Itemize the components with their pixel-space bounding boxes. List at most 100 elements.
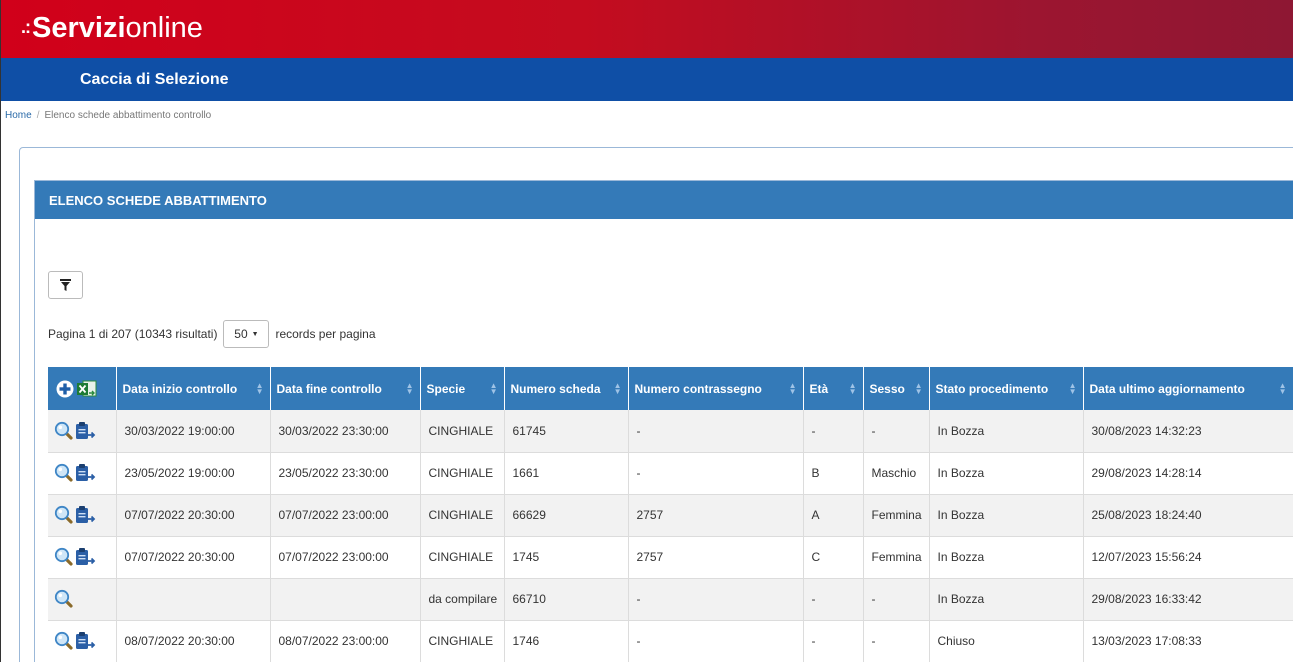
column-header-label: Data ultimo aggiornamento — [1089, 381, 1245, 396]
sort-icon: ▲ ▼ — [914, 381, 923, 396]
edit-clipboard-icon[interactable] — [74, 463, 96, 483]
table-cell: 13/03/2023 17:08:33 — [1083, 620, 1293, 662]
table-row[interactable]: 30/03/2022 19:00:00 30/03/2022 23:30:00 CI… — [48, 410, 1293, 453]
row-actions — [48, 494, 117, 537]
column-header[interactable]: Data fine controllo ▲ ▼ — [270, 367, 421, 410]
brand-logo[interactable]: .:Servizionline — [21, 11, 203, 44]
page-size-value: 50 — [234, 327, 248, 341]
table-cell: Maschio — [863, 452, 930, 495]
table-cell: - — [628, 410, 804, 453]
table-cell: - — [863, 620, 930, 662]
table-cell: 07/07/2022 20:30:00 — [116, 494, 271, 537]
table-cell: CINGHIALE — [420, 620, 505, 662]
table-cell: 12/07/2023 15:56:24 — [1083, 536, 1293, 579]
panel-title: ELENCO SCHEDE ABBATTIMENTO — [35, 181, 1293, 219]
view-icon[interactable] — [54, 589, 74, 609]
table-cell: - — [628, 452, 804, 495]
app-title[interactable]: Caccia di Selezione — [80, 71, 229, 89]
table-cell: Chiuso — [929, 620, 1084, 662]
table-row[interactable]: 23/05/2022 19:00:00 23/05/2022 23:30:00 CI… — [48, 452, 1293, 495]
sort-icon: ▲ ▼ — [788, 381, 797, 396]
brand-name-bold: Servizi — [32, 12, 126, 44]
table-row[interactable]: 08/07/2022 20:30:00 08/07/2022 23:00:00 CI… — [48, 620, 1293, 662]
edit-clipboard-icon[interactable] — [74, 547, 96, 567]
column-header[interactable]: Età ▲ ▼ — [803, 367, 864, 410]
table-cell: 23/05/2022 23:30:00 — [270, 452, 421, 495]
page-size-dropdown[interactable]: 50 ▼ — [223, 320, 270, 348]
edit-clipboard-icon[interactable] — [74, 421, 96, 441]
add-icon[interactable] — [56, 380, 74, 398]
table-cell: Femmina — [863, 536, 930, 579]
column-header-label: Numero scheda — [510, 381, 601, 396]
table-header-row: Data inizio controllo ▲ ▼ Data fine contro… — [48, 367, 1293, 410]
filter-button[interactable] — [48, 271, 83, 299]
breadcrumb-separator: / — [36, 110, 40, 121]
records-table: Data inizio controllo ▲ ▼ Data fine contro… — [48, 367, 1293, 662]
table-cell: 2757 — [628, 536, 804, 579]
table-cell: 08/07/2022 23:00:00 — [270, 620, 421, 662]
app-bar: Caccia di Selezione — [0, 58, 1293, 101]
table-cell: 66710 — [504, 578, 629, 621]
table-cell: - — [863, 410, 930, 453]
table-cell: 2757 — [628, 494, 804, 537]
row-actions — [48, 536, 117, 579]
table-cell: In Bozza — [929, 494, 1084, 537]
edit-clipboard-icon[interactable] — [74, 505, 96, 525]
column-header-label: Data inizio controllo — [122, 381, 238, 396]
table-cell: CINGHIALE — [420, 410, 505, 453]
column-header[interactable]: Numero scheda ▲ ▼ — [504, 367, 629, 410]
table-cell: - — [803, 578, 864, 621]
breadcrumb: Home / Elenco schede abbattimento controll… — [5, 110, 211, 121]
table-cell: 07/07/2022 20:30:00 — [116, 536, 271, 579]
row-actions — [48, 410, 117, 453]
table-cell: - — [803, 620, 864, 662]
pager: Pagina 1 di 207 (10343 risultati) 50 ▼ re… — [48, 320, 376, 348]
edit-clipboard-icon[interactable] — [74, 631, 96, 651]
row-actions — [48, 452, 117, 495]
table-cell: C — [803, 536, 864, 579]
pager-info: Pagina 1 di 207 (10343 risultati) — [48, 327, 218, 341]
view-icon[interactable] — [54, 463, 74, 483]
sort-icon: ▲ ▼ — [405, 381, 414, 396]
view-icon[interactable] — [54, 547, 74, 567]
breadcrumb-home-link[interactable]: Home — [5, 110, 32, 121]
row-actions — [48, 620, 117, 662]
table-cell — [116, 578, 271, 621]
filter-icon — [60, 279, 71, 291]
column-header[interactable]: Sesso ▲ ▼ — [863, 367, 930, 410]
column-header-label: Specie — [426, 381, 466, 396]
column-header[interactable]: Data inizio controllo ▲ ▼ — [116, 367, 271, 410]
table-cell: 30/03/2022 19:00:00 — [116, 410, 271, 453]
column-header[interactable]: Numero contrassegno ▲ ▼ — [628, 367, 804, 410]
table-cell: A — [803, 494, 864, 537]
table-cell: 23/05/2022 19:00:00 — [116, 452, 271, 495]
table-cell: CINGHIALE — [420, 536, 505, 579]
column-header-label: Data fine controllo — [276, 381, 382, 396]
sort-icon: ▲ ▼ — [1278, 381, 1287, 396]
table-cell: - — [628, 578, 804, 621]
table-cell: 66629 — [504, 494, 629, 537]
excel-export-icon[interactable] — [77, 380, 97, 398]
column-header[interactable]: Data ultimo aggiornamento ▲ ▼ — [1083, 367, 1293, 410]
table-cell: - — [628, 620, 804, 662]
view-icon[interactable] — [54, 505, 74, 525]
column-header[interactable]: Specie ▲ ▼ — [420, 367, 505, 410]
brand-bar: .:Servizionline — [0, 0, 1293, 58]
table-cell: 1745 — [504, 536, 629, 579]
view-icon[interactable] — [54, 631, 74, 651]
header-actions — [48, 367, 117, 410]
table-row[interactable]: 07/07/2022 20:30:00 07/07/2022 23:00:00 CI… — [48, 494, 1293, 537]
table-cell: CINGHIALE — [420, 452, 505, 495]
table-cell: 30/03/2022 23:30:00 — [270, 410, 421, 453]
table-row[interactable]: 07/07/2022 20:30:00 07/07/2022 23:00:00 CI… — [48, 536, 1293, 579]
table-cell: B — [803, 452, 864, 495]
row-actions — [48, 578, 117, 621]
table-cell: 29/08/2023 14:28:14 — [1083, 452, 1293, 495]
pager-suffix: records per pagina — [275, 327, 376, 341]
view-icon[interactable] — [54, 421, 74, 441]
sort-icon: ▲ ▼ — [848, 381, 857, 396]
column-header[interactable]: Stato procedimento ▲ ▼ — [929, 367, 1084, 410]
column-header-label: Età — [809, 381, 829, 396]
column-header-label: Numero contrassegno — [634, 381, 762, 396]
table-row[interactable]: da compilare 66710- - - In Bozza 29/08/2023 1… — [48, 578, 1293, 621]
